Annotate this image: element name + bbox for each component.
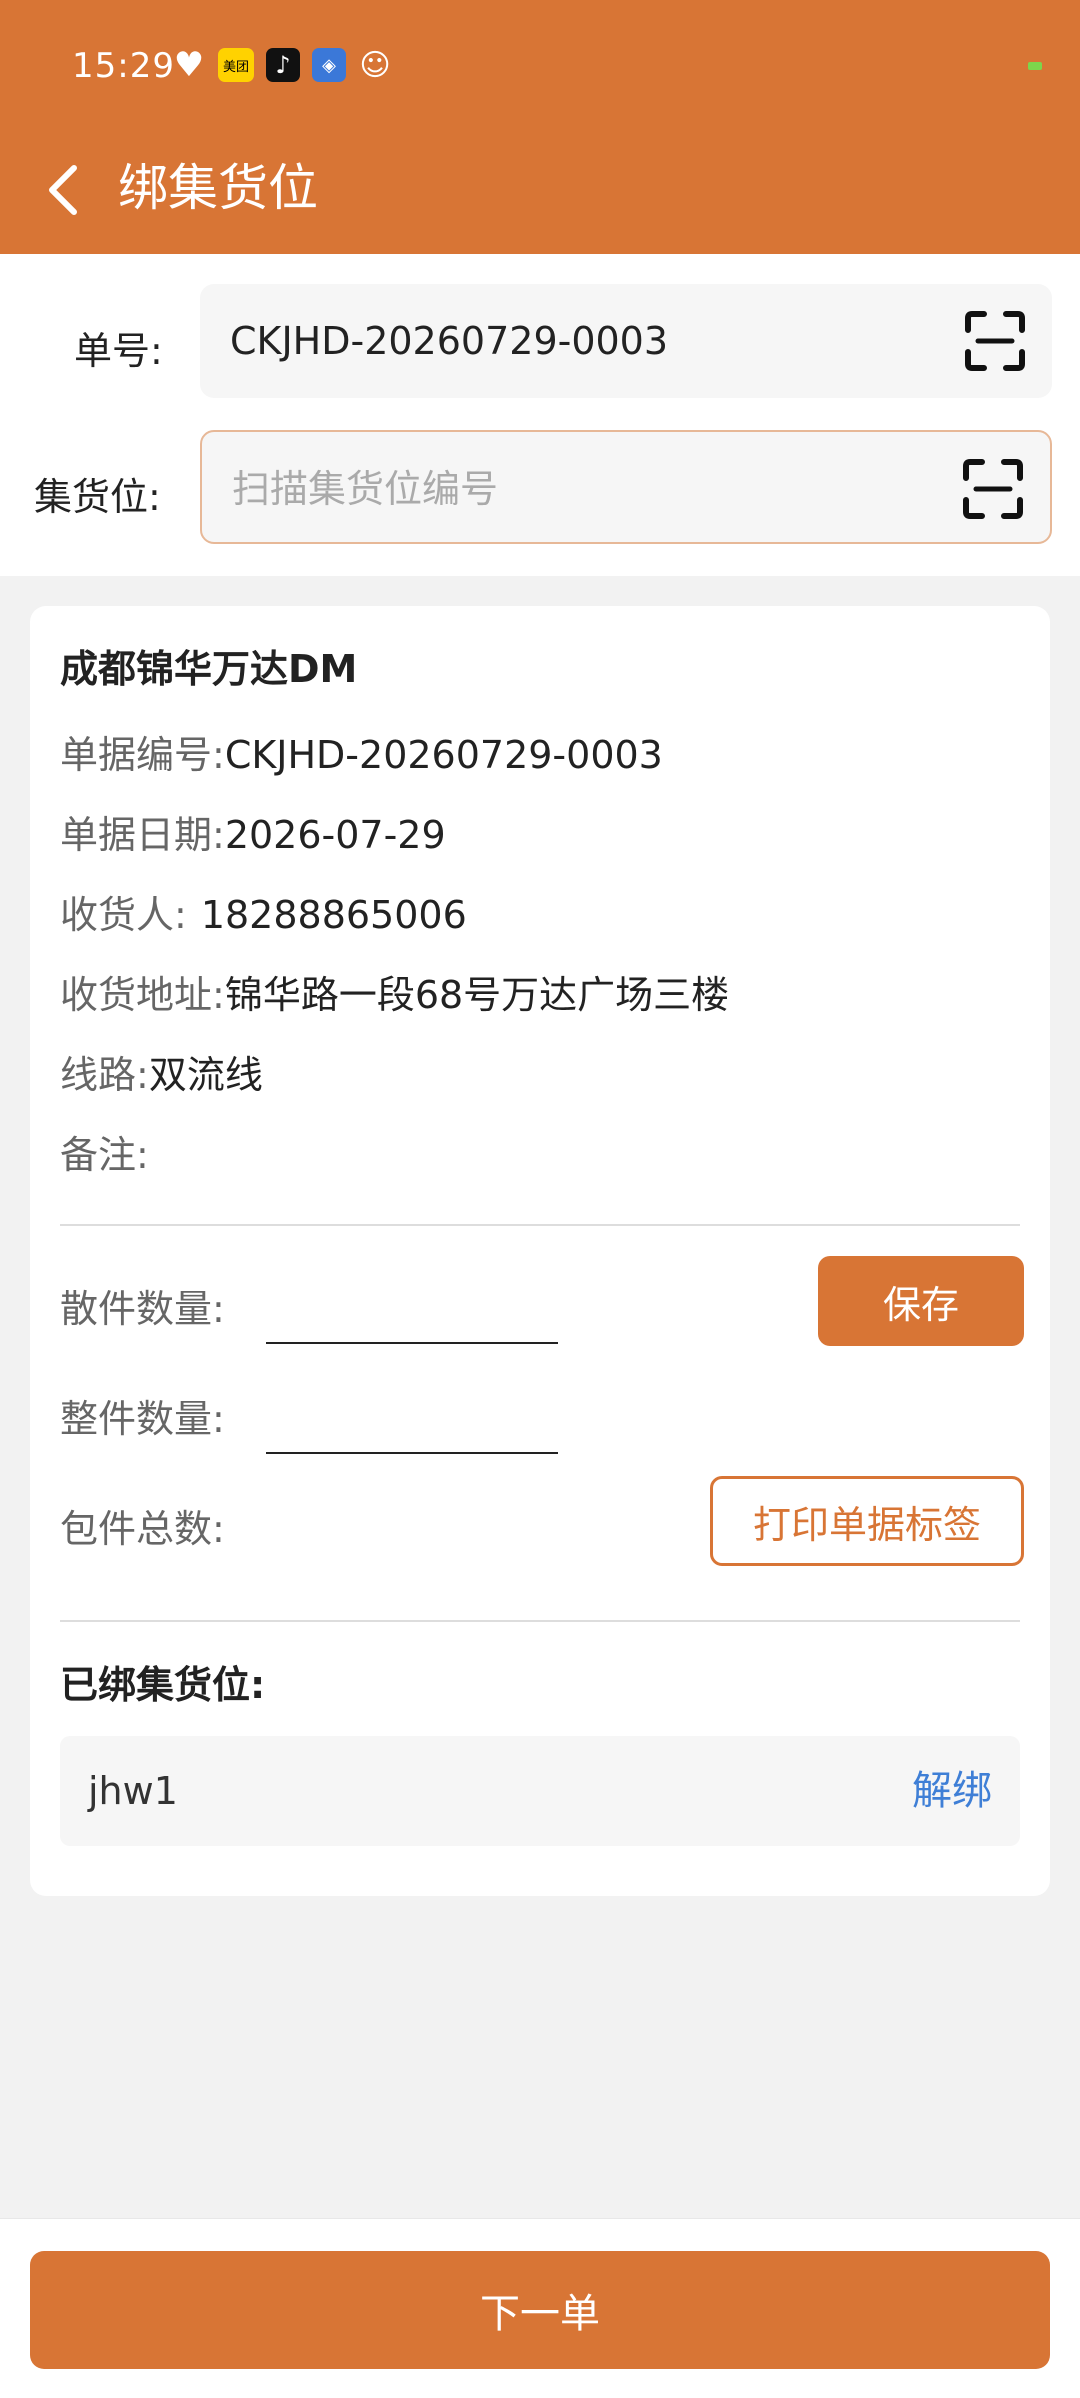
scan-form: 单号: CKJHD-20260729-0003 集货位: 扫描集货位编号 — [0, 254, 1080, 576]
status-icons: ♥ 美团 ♪ ◈ ☺ — [172, 45, 392, 85]
status-time: 15:29 — [72, 46, 175, 86]
bound-slots-title: 已绑集货位: — [60, 1663, 266, 1707]
info-value: CKJHD-20260729-0003 — [224, 733, 663, 777]
info-row-receiver: 收货人: 18288865006 — [60, 884, 467, 939]
unbind-button[interactable]: 解绑 — [912, 1736, 992, 1846]
loose-qty-input[interactable] — [266, 1342, 558, 1344]
info-value: 锦华路一段68号万达广场三楼 — [224, 973, 730, 1017]
app-header: 15:29 ♥ 美团 ♪ ◈ ☺ 绑集货位 — [0, 0, 1080, 254]
slot-placeholder: 扫描集货位编号 — [232, 467, 499, 511]
info-row-doc-number: 单据编号:CKJHD-20260729-0003 — [60, 724, 663, 779]
order-card: 成都锦华万达DM 单据编号:CKJHD-20260729-0003 单据日期:2… — [30, 606, 1050, 1896]
divider — [60, 1620, 1020, 1622]
info-value: 18288865006 — [200, 893, 467, 937]
info-row-address: 收货地址:锦华路一段68号万达广场三楼 — [60, 964, 729, 1019]
scan-icon[interactable] — [962, 458, 1024, 520]
slot-label: 集货位: — [34, 475, 161, 519]
info-row-remark: 备注: — [60, 1124, 149, 1179]
meituan-icon: 美团 — [218, 48, 254, 82]
battery-icon — [1028, 62, 1042, 70]
tiktok-icon: ♪ — [266, 48, 300, 82]
status-bar: 15:29 ♥ 美团 ♪ ◈ ☺ — [0, 0, 1080, 130]
order-number-value: CKJHD-20260729-0003 — [230, 319, 669, 363]
info-row-doc-date: 单据日期:2026-07-29 — [60, 804, 446, 859]
loose-qty-label: 散件数量: — [60, 1287, 225, 1331]
slot-input[interactable]: 扫描集货位编号 — [200, 430, 1052, 544]
bound-slot-item: jhw1 解绑 — [60, 1736, 1020, 1846]
info-label: 备注: — [60, 1133, 149, 1177]
info-value: 双流线 — [148, 1053, 263, 1097]
bound-slot-code: jhw1 — [88, 1769, 178, 1813]
whole-qty-input[interactable] — [266, 1452, 558, 1454]
scan-icon[interactable] — [964, 310, 1026, 372]
info-row-route: 线路:双流线 — [60, 1044, 263, 1099]
shield-icon: ◈ — [312, 48, 346, 82]
customer-name: 成都锦华万达DM — [60, 647, 358, 691]
info-label: 单据日期: — [60, 813, 225, 857]
order-number-label: 单号: — [74, 329, 163, 373]
divider — [60, 1224, 1020, 1226]
order-number-field[interactable]: CKJHD-20260729-0003 — [200, 284, 1052, 398]
page-title: 绑集货位 — [118, 159, 318, 217]
info-label: 收货地址: — [60, 973, 225, 1017]
back-arrow-icon[interactable] — [36, 154, 92, 226]
save-button[interactable]: 保存 — [818, 1256, 1024, 1346]
print-label-button[interactable]: 打印单据标签 — [710, 1476, 1024, 1566]
info-value: 2026-07-29 — [224, 813, 446, 857]
heart-icon: ♥ — [173, 45, 205, 85]
nav-bar: 绑集货位 — [0, 130, 1080, 254]
wechat-icon: ☺ — [359, 47, 391, 83]
whole-qty-label: 整件数量: — [60, 1397, 225, 1441]
info-label: 单据编号: — [60, 733, 225, 777]
next-order-button[interactable]: 下一单 — [30, 2251, 1050, 2369]
bottom-bar: 下一单 — [0, 2218, 1080, 2398]
info-label: 线路: — [60, 1053, 149, 1097]
info-label: 收货人: — [60, 893, 187, 937]
total-qty-label: 包件总数: — [60, 1507, 225, 1551]
